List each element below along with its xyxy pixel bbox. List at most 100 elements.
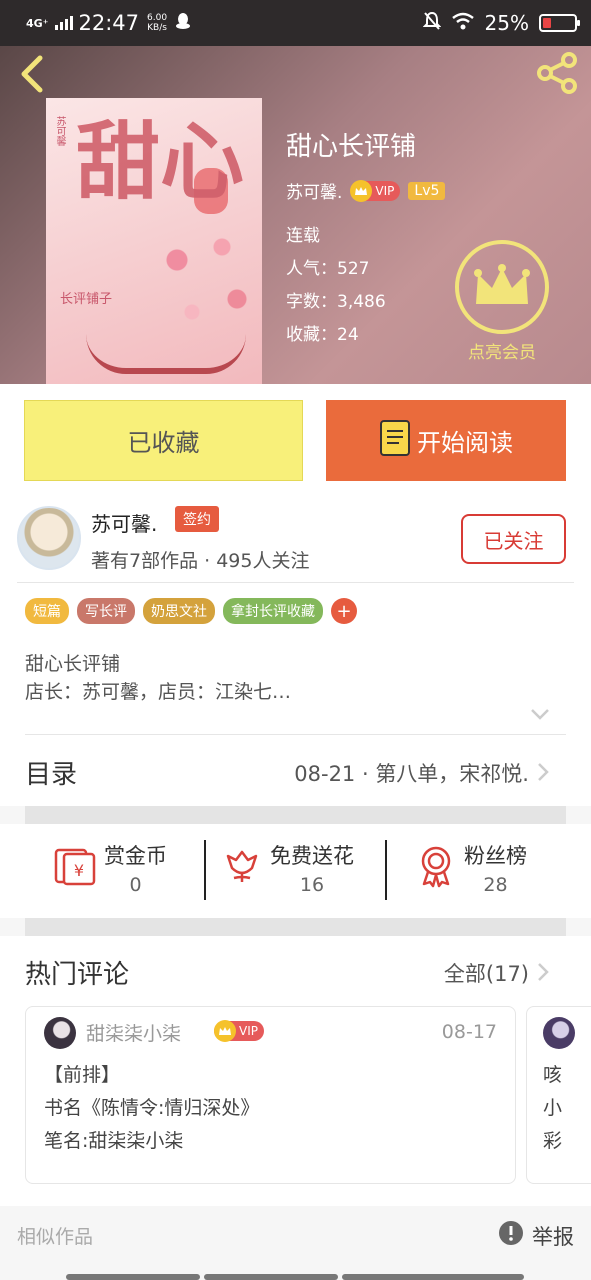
network-indicator: 4G⁺ xyxy=(26,16,49,30)
expand-intro-button[interactable] xyxy=(530,706,550,722)
report-button[interactable]: 举报 xyxy=(498,1220,574,1251)
chevron-right-icon xyxy=(537,762,549,786)
divider xyxy=(385,840,387,900)
add-tag-button[interactable]: + xyxy=(331,598,357,624)
crown-icon xyxy=(350,179,373,202)
flower-icon xyxy=(222,846,262,890)
vip-label: VIP xyxy=(239,1024,258,1038)
chevron-down-icon xyxy=(530,706,550,725)
member-crown-icon xyxy=(455,240,549,334)
tag-item[interactable]: 短篇 xyxy=(25,598,69,624)
chevron-right-icon xyxy=(537,962,549,986)
mute-bell-icon xyxy=(422,11,441,36)
share-button[interactable] xyxy=(535,50,581,96)
cover-title: 甜心 xyxy=(76,112,245,211)
commenter-name[interactable]: 甜柒柒小柒 xyxy=(86,1019,181,1046)
speed-unit: KB/s xyxy=(147,23,167,33)
fan-ranking-button[interactable]: 粉丝榜 28 xyxy=(416,840,527,896)
commenter-avatar[interactable] xyxy=(44,1017,76,1049)
reward-coin-button[interactable]: ¥ 赏金币 0 xyxy=(52,840,167,896)
hot-comments-label: 热门评论 xyxy=(25,960,130,990)
followed-button[interactable]: 已关注 xyxy=(461,514,566,564)
cover-blossoms xyxy=(132,208,262,338)
cover-subtitle: 长评铺子 xyxy=(60,292,113,307)
comment-card[interactable]: 咳 小 彩 xyxy=(526,1006,591,1184)
reward-label: 粉丝榜 xyxy=(464,844,527,868)
intro-line: 店长：苏可馨，店员：江染七… xyxy=(25,681,292,703)
tag-list: 短篇 写长评 奶思文社 拿封长评收藏 + xyxy=(25,598,357,624)
book-cover[interactable]: 甜心 长评铺子 苏可馨 xyxy=(46,98,262,384)
hot-comments: 热门评论 全部(17) 甜柒柒小柒 VIP 08-17 【前排】 书名《陈情令:… xyxy=(0,936,591,1206)
vip-badge: VIP xyxy=(350,179,401,202)
divider xyxy=(17,582,574,583)
section-separator xyxy=(25,806,566,824)
favorited-button[interactable]: 已收藏 xyxy=(24,400,303,481)
medal-icon xyxy=(416,844,456,892)
latest-chapter: 08-21 · 第八单，宋祁悦. xyxy=(294,762,529,786)
section-separator xyxy=(25,918,566,936)
vip-badge: VIP xyxy=(214,1020,264,1042)
book-header: 甜心 长评铺子 苏可馨 甜心长评铺 苏可馨. VIP Lv5 连载 人气：527… xyxy=(0,46,591,384)
comment-line: 书名《陈情令:情归深处》 xyxy=(44,1097,260,1119)
exclamation-icon xyxy=(498,1220,524,1251)
tag-item[interactable]: 写长评 xyxy=(77,598,135,624)
author-card-name[interactable]: 苏可馨. xyxy=(91,508,157,537)
battery-icon xyxy=(539,14,580,32)
speed-value: 6.00 xyxy=(147,13,168,23)
word-count: 字数：3,486 xyxy=(286,292,386,312)
report-label: 举报 xyxy=(532,1224,574,1249)
cover-vertical-author: 苏可馨 xyxy=(54,116,65,146)
svg-text:¥: ¥ xyxy=(74,861,84,880)
serial-status: 连载 xyxy=(286,226,320,246)
start-reading-label: 开始阅读 xyxy=(417,429,513,457)
commenter-avatar[interactable] xyxy=(543,1017,575,1049)
author-stats: 著有7部作品 · 495人关注 xyxy=(91,550,310,572)
popularity: 人气：527 xyxy=(286,259,370,279)
battery-level xyxy=(543,18,551,28)
book-icon xyxy=(379,419,411,463)
author-avatar[interactable] xyxy=(17,506,81,570)
reward-value: 16 xyxy=(299,874,325,896)
favorites-count: 收藏：24 xyxy=(286,325,359,345)
red-envelope-icon: ¥ xyxy=(52,846,96,890)
start-reading-button[interactable]: 开始阅读 xyxy=(326,400,566,481)
similar-works-label: 相似作品 xyxy=(17,1226,94,1248)
comment-card[interactable]: 甜柒柒小柒 VIP 08-17 【前排】 书名《陈情令:情归深处》 笔名:甜柒柒… xyxy=(25,1006,516,1184)
divider xyxy=(25,734,566,735)
chevron-left-icon xyxy=(14,55,50,98)
catalog-row[interactable]: 目录 08-21 · 第八单，宋祁悦. xyxy=(0,734,591,806)
reward-value: 0 xyxy=(129,874,142,896)
signal-icon xyxy=(54,11,73,35)
back-button[interactable] xyxy=(14,54,50,94)
free-flower-button[interactable]: 免费送花 16 xyxy=(222,840,354,896)
book-title: 甜心长评铺 xyxy=(286,132,417,162)
member-button[interactable]: 点亮会员 xyxy=(454,240,550,363)
comment-date: 08-17 xyxy=(441,1021,497,1043)
qq-icon xyxy=(175,11,191,35)
all-comments-link[interactable]: 全部(17) xyxy=(444,958,529,988)
reward-label: 赏金币 xyxy=(104,844,167,868)
comment-line: 小 xyxy=(543,1097,563,1119)
scroll-indicator xyxy=(204,1274,338,1280)
catalog-label: 目录 xyxy=(25,760,78,790)
vip-label: VIP xyxy=(375,183,395,198)
comment-line: 笔名:甜柒柒小柒 xyxy=(44,1130,184,1152)
author-card: 苏可馨. 签约 著有7部作品 · 495人关注 已关注 短篇 写长评 奶思文社 … xyxy=(0,494,591,734)
author-name[interactable]: 苏可馨. xyxy=(286,178,342,203)
reward-value: 28 xyxy=(483,874,508,896)
footer: 相似作品 举报 xyxy=(0,1206,591,1280)
crown-icon xyxy=(214,1020,236,1042)
divider xyxy=(204,840,206,900)
signed-badge: 签约 xyxy=(175,506,219,532)
share-icon xyxy=(535,52,581,100)
tag-item[interactable]: 奶思文社 xyxy=(143,598,215,624)
battery-percent: 25% xyxy=(484,11,529,35)
book-intro[interactable]: 甜心长评铺 店长：苏可馨，店员：江染七… xyxy=(25,650,291,706)
reward-label: 免费送花 xyxy=(270,844,354,868)
wifi-icon xyxy=(451,11,475,35)
member-label: 点亮会员 xyxy=(468,343,536,363)
tag-item[interactable]: 拿封长评收藏 xyxy=(223,598,323,624)
comment-body: 【前排】 书名《陈情令:情归深处》 笔名:甜柒柒小柒 xyxy=(44,1059,259,1158)
author-row: 苏可馨. VIP Lv5 xyxy=(286,178,446,203)
reward-row: ¥ 赏金币 0 免费送花 16 粉丝榜 28 xyxy=(0,824,591,918)
